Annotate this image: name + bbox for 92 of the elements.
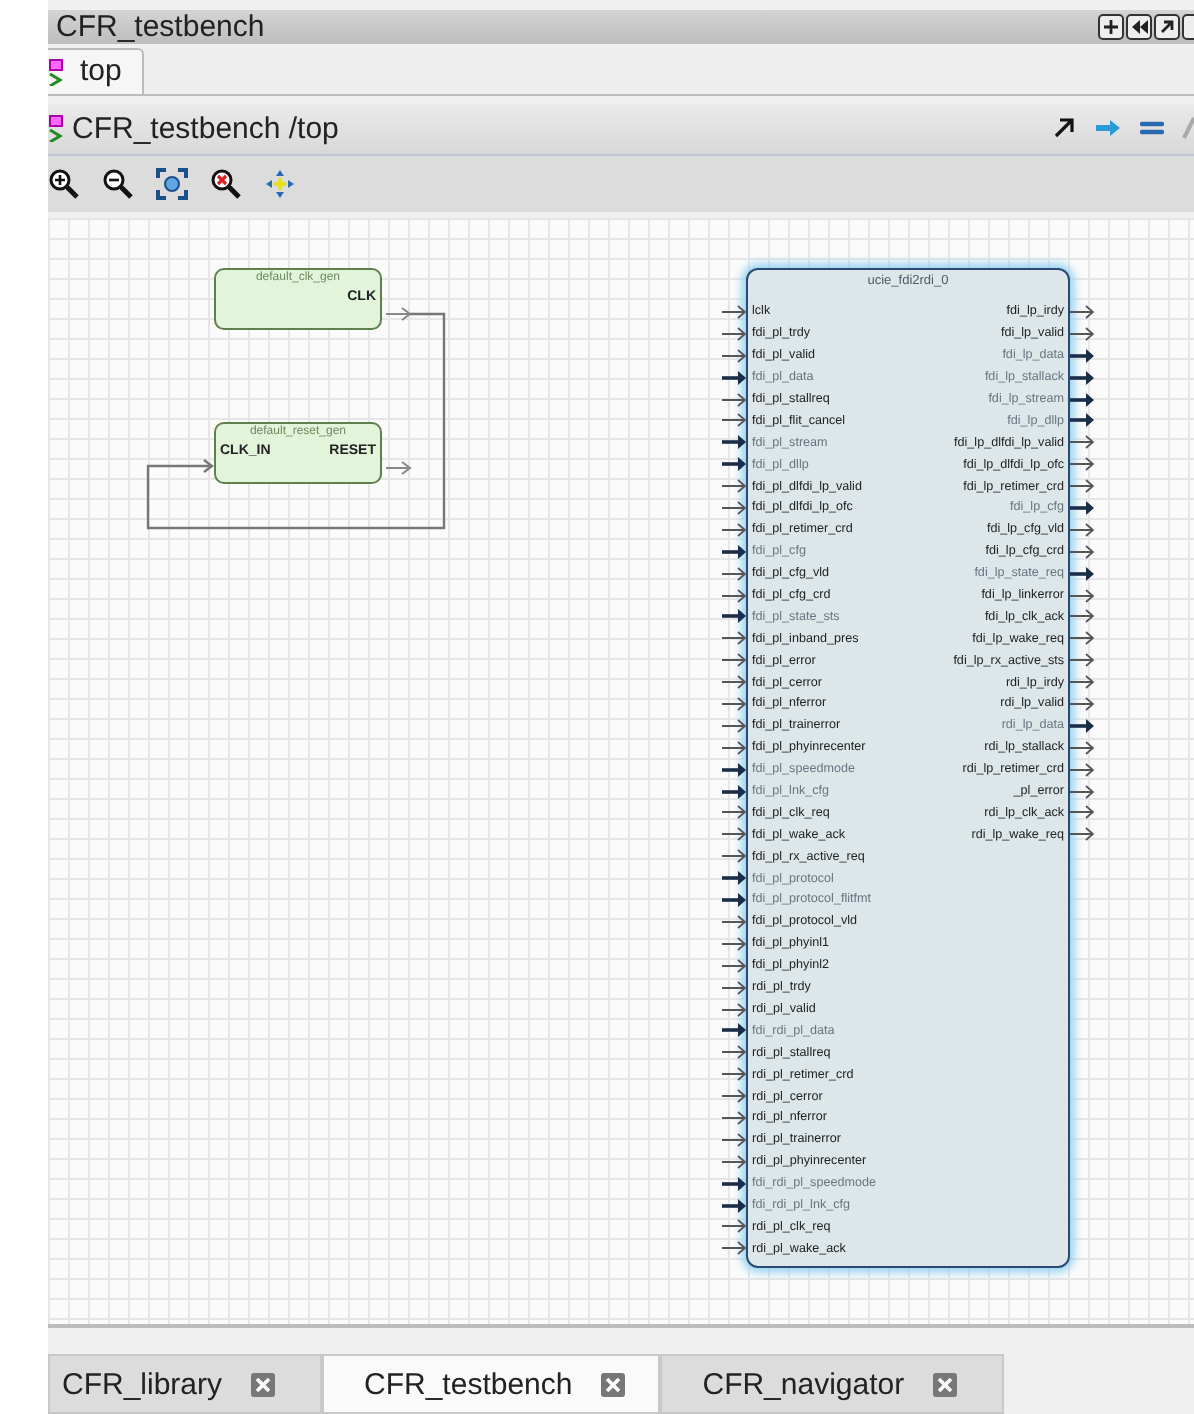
pin-arrow-icon [722, 587, 746, 604]
bus-pin-icon [722, 369, 746, 386]
schematic-icon [48, 114, 64, 143]
zoom-reset-icon[interactable] [210, 168, 242, 200]
pin-arrow-icon [722, 804, 746, 821]
pin-arrow-icon [722, 826, 746, 843]
bus-pin-icon [722, 1197, 746, 1214]
pin-arrow-icon [722, 696, 746, 713]
pin-arrow-icon [722, 1088, 746, 1105]
pin-arrow-icon [722, 412, 746, 429]
pin-arrow-icon [722, 304, 746, 320]
pin-arrow-icon [722, 935, 746, 952]
bus-pin-icon [722, 434, 746, 451]
pin-arrow-icon [1070, 674, 1094, 691]
pin-arrow-icon [722, 630, 746, 647]
pin-arrow-icon [1070, 826, 1094, 843]
pin-arrow-icon [722, 1066, 746, 1083]
pin-arrow-icon [722, 957, 746, 974]
window-icon[interactable] [1182, 13, 1194, 40]
bus-pin-icon [722, 1175, 746, 1192]
pin-arrow-icon [1070, 304, 1094, 320]
pin-arrow-icon [722, 652, 746, 669]
pin-arrow-icon [722, 1044, 746, 1061]
pin-arrow-icon [722, 565, 746, 582]
hierarchy-path: CFR_testbench /top [72, 111, 341, 146]
rewind-icon[interactable] [1126, 13, 1152, 40]
bus-pin-icon [722, 608, 746, 625]
pin-arrow-icon [1070, 652, 1094, 669]
pin-arrow-icon [722, 913, 746, 930]
pin-arrow-icon [722, 739, 746, 756]
close-icon[interactable] [250, 1371, 277, 1397]
pin-arrow-icon [1070, 456, 1094, 473]
bus-pin-icon [1070, 717, 1094, 734]
pin-arrow-icon [722, 347, 746, 364]
pin-arrow-icon [722, 1109, 746, 1126]
pin-arrow-icon [386, 306, 412, 322]
pin-arrow-icon [1070, 761, 1094, 778]
pin-arrow-icon [1070, 521, 1094, 538]
bus-pin-icon [722, 892, 746, 909]
bus-pin-icon [1070, 391, 1094, 408]
pin-arrow-icon [1070, 804, 1094, 821]
pin-arrow-icon [1070, 739, 1094, 756]
pin-arrow-icon [722, 1001, 746, 1017]
pin-arrow-icon [722, 848, 746, 865]
bus-pin-icon [1070, 369, 1094, 386]
pin-arrow-icon [722, 391, 746, 408]
pin-arrow-icon [1070, 478, 1094, 495]
pin-arrow-icon [1070, 630, 1094, 647]
schematic-icon [48, 57, 64, 86]
bus-pin-icon [1070, 565, 1094, 582]
window-title: CFR_testbench [56, 10, 265, 44]
bus-pin-icon [722, 783, 746, 800]
editor-tab[interactable]: CFR_navigator [660, 1354, 1005, 1414]
pin-arrow-icon [1070, 434, 1094, 451]
pin-arrow-icon [722, 478, 746, 495]
diagonal-arrow-icon[interactable] [1052, 116, 1076, 141]
pin-arrow-icon [1070, 325, 1094, 342]
pin-arrow-icon [386, 460, 412, 476]
bus-pin-icon [722, 456, 746, 473]
editor-tab[interactable]: CFR_library [48, 1354, 323, 1414]
equals-icon[interactable] [1140, 118, 1164, 139]
bus-pin-icon [1070, 412, 1094, 429]
pin-arrow-icon [722, 674, 746, 691]
pin-arrow-icon [722, 1131, 746, 1148]
pin-arrow-icon [722, 500, 746, 517]
zoom-in-icon[interactable] [48, 168, 80, 200]
bus-pin-icon [722, 870, 746, 887]
pin-arrow-icon [722, 1240, 746, 1257]
bus-pin-icon [722, 1022, 746, 1039]
pin-arrow-icon [1070, 543, 1094, 560]
pin-arrow-icon [722, 717, 746, 734]
pin-arrow-icon [722, 521, 746, 538]
zoom-fit-icon[interactable] [156, 168, 188, 200]
pin-arrow-icon [722, 325, 746, 342]
pin-arrow-icon [1070, 783, 1094, 800]
pin-arrow-icon [1070, 608, 1094, 625]
zoom-out-icon[interactable] [102, 168, 134, 200]
bus-pin-icon [722, 543, 746, 560]
diagram-tab[interactable]: top [48, 47, 144, 94]
pin-arrow-icon [722, 1218, 746, 1235]
pin-arrow-icon [722, 1153, 746, 1170]
pin-arrow-icon [1070, 696, 1094, 713]
editor-tab[interactable]: CFR_testbench [322, 1354, 661, 1414]
collapse-icon[interactable] [264, 168, 296, 200]
bus-pin-icon [1070, 500, 1094, 517]
close-icon[interactable] [600, 1371, 627, 1397]
expand-icon[interactable] [1098, 13, 1124, 40]
pin-arrow-icon [722, 979, 746, 996]
bus-pin-icon [722, 761, 746, 778]
pin-arrow-icon [1070, 587, 1094, 604]
close-icon[interactable] [932, 1371, 959, 1397]
bus-pin-icon [1070, 347, 1094, 364]
